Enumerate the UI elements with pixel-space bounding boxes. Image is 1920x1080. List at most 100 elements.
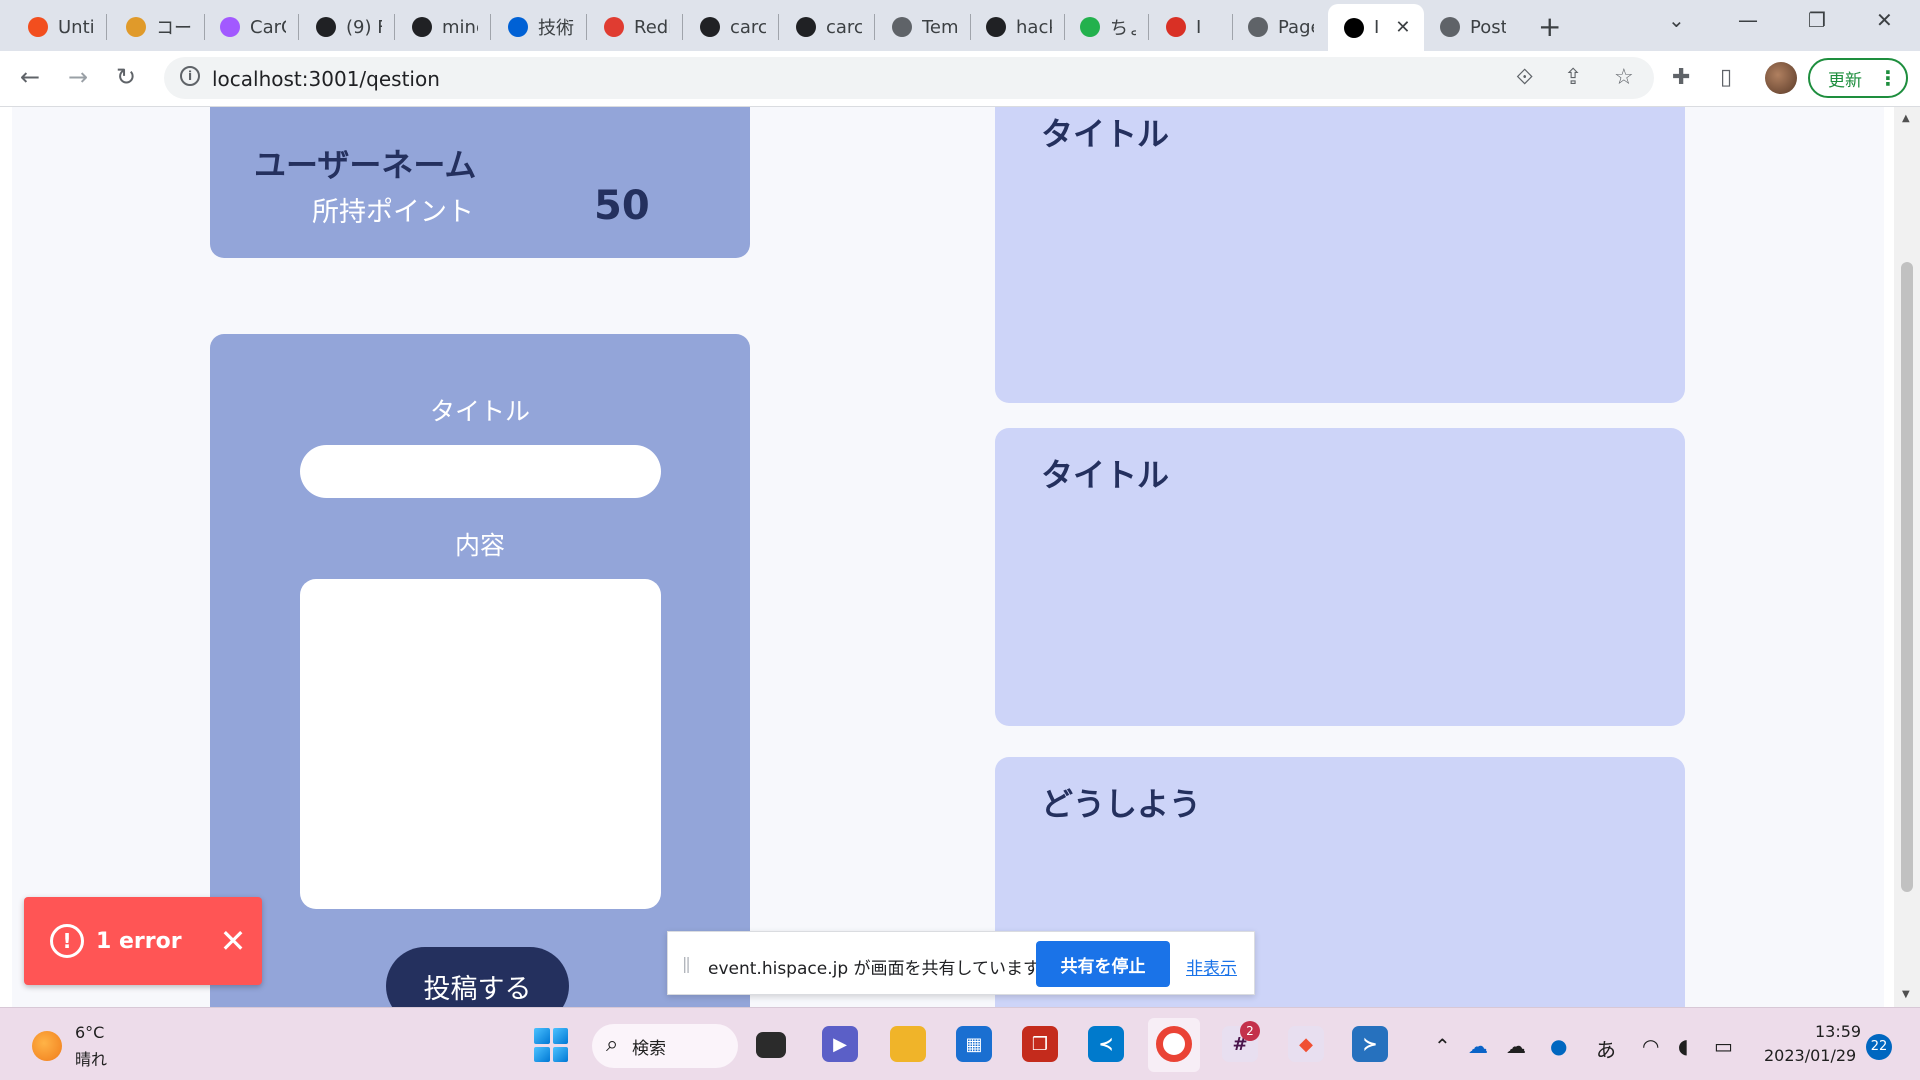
onedrive-icon[interactable]: ☁	[1468, 1034, 1488, 1058]
terminal-icon[interactable]: ≻	[1352, 1026, 1388, 1062]
content-input[interactable]	[300, 579, 661, 909]
post-card[interactable]: タイトル	[995, 107, 1685, 403]
browser-tab[interactable]: ちょっ	[1064, 7, 1146, 47]
browser-tab[interactable]: Page	[1232, 7, 1324, 47]
notification-count-badge[interactable]: 22	[1866, 1034, 1892, 1060]
volume-icon[interactable]: ◖	[1678, 1034, 1689, 1058]
browser-tab[interactable]: Unti	[12, 7, 104, 47]
chrome-icon[interactable]	[1156, 1026, 1192, 1062]
browser-tab[interactable]: (9) F	[300, 7, 392, 47]
content-label: 内容	[454, 531, 505, 560]
task-view-icon[interactable]	[756, 1032, 786, 1058]
submit-button[interactable]: 投稿する	[386, 947, 569, 1007]
username: ユーザーネーム	[254, 146, 477, 184]
share-text: event.hispace.jp が画面を共有しています。	[708, 959, 1056, 979]
vscode-icon[interactable]: ≺	[1088, 1026, 1124, 1062]
vertical-scrollbar[interactable]: ▲ ▼	[1894, 107, 1920, 1007]
globe-icon	[892, 17, 912, 37]
post-title: タイトル	[1041, 456, 1170, 494]
points-value: 50	[594, 183, 650, 229]
browser-tab[interactable]: carci	[684, 7, 776, 47]
scroll-up-arrow-icon[interactable]: ▲	[1902, 113, 1910, 124]
minimize-icon[interactable]: —	[1738, 8, 1758, 32]
reload-icon[interactable]: ↻	[116, 63, 136, 91]
cloud-icon[interactable]: ☁	[1506, 1034, 1526, 1058]
address-bar[interactable]: i localhost:3001/qestion ⟐ ⇪ ☆	[164, 57, 1654, 99]
search-icon: ⌕	[606, 1032, 619, 1057]
browser-tab[interactable]: コーフ	[110, 7, 202, 47]
box-icon	[508, 17, 528, 37]
tray-chevron-up-icon[interactable]: ⌃	[1434, 1034, 1451, 1058]
mentor-icon	[126, 17, 146, 37]
url-text[interactable]: localhost:3001/qestion	[212, 67, 440, 91]
browser-tab[interactable]: I	[1150, 7, 1230, 47]
browser-tab-strip: Unti コーフ CarC (9) F mine 技術 Redi carci carci Tem h…	[0, 0, 1920, 51]
site-info-icon[interactable]: i	[180, 66, 200, 86]
weather-description: 晴れ	[75, 1050, 108, 1069]
tab-separator	[394, 14, 395, 40]
clock-date[interactable]: 2023/01/29	[1764, 1046, 1856, 1065]
file-explorer-icon[interactable]	[890, 1026, 926, 1062]
error-toast[interactable]: ! 1 error ✕	[24, 897, 262, 985]
tab-separator	[682, 14, 683, 40]
scroll-down-arrow-icon[interactable]: ▼	[1902, 989, 1910, 1000]
weather-sun-icon[interactable]	[32, 1031, 62, 1061]
figma-icon	[220, 17, 240, 37]
browser-tab[interactable]: Post	[1424, 7, 1516, 47]
tab-label: (9) F	[346, 16, 382, 38]
extensions-icon[interactable]: ✚	[1672, 65, 1690, 90]
tab-label: Post	[1470, 16, 1506, 38]
update-button[interactable]: 更新 ⋮	[1808, 58, 1908, 98]
restore-icon[interactable]: ❐	[1808, 8, 1826, 32]
profile-avatar[interactable]	[1765, 62, 1797, 94]
browser-tab[interactable]: CarC	[204, 7, 296, 47]
scrollbar-thumb[interactable]	[1901, 262, 1913, 892]
translate-icon[interactable]: ⟐	[1516, 65, 1533, 90]
share-icon[interactable]: ⇪	[1564, 65, 1582, 90]
battery-icon[interactable]: ▭	[1714, 1034, 1733, 1058]
stop-sharing-button[interactable]: 共有を停止	[1036, 941, 1170, 987]
git-app-icon[interactable]: ◆	[1288, 1026, 1324, 1062]
tab-label: I	[1374, 17, 1380, 38]
drag-handle-icon[interactable]: ||	[682, 954, 691, 973]
tab-label: CarC	[250, 16, 286, 38]
clock-time[interactable]: 13:59	[1815, 1022, 1861, 1041]
forward-arrow-icon[interactable]: →	[68, 63, 88, 91]
browser-tab[interactable]: 技術	[492, 7, 584, 47]
record-icon	[1166, 17, 1186, 37]
browser-tab[interactable]: mine	[396, 7, 488, 47]
tab-search-chevron-icon[interactable]: ⌄	[1668, 8, 1685, 32]
microphone-icon[interactable]: ●	[1550, 1034, 1567, 1058]
browser-tab-active[interactable]: I ✕	[1328, 4, 1424, 51]
windows-start-icon[interactable]	[534, 1028, 568, 1062]
close-window-icon[interactable]: ✕	[1876, 8, 1893, 32]
chat-icon	[1080, 17, 1100, 37]
hide-link[interactable]: 非表示	[1186, 954, 1237, 979]
gift-app-icon[interactable]: ❒	[1022, 1026, 1058, 1062]
close-tab-icon[interactable]: ✕	[1395, 17, 1410, 38]
taskbar-search[interactable]: ⌕ 検索	[592, 1024, 738, 1068]
browser-tab[interactable]: hack	[970, 7, 1062, 47]
close-icon[interactable]: ✕	[220, 925, 247, 957]
new-tab-button[interactable]: +	[1538, 10, 1561, 43]
title-input[interactable]	[300, 445, 661, 498]
browser-tab[interactable]: Redi	[588, 7, 680, 47]
ime-indicator[interactable]: あ	[1596, 1034, 1616, 1063]
tab-label: Tem	[922, 16, 958, 38]
github-icon	[700, 17, 720, 37]
github-icon	[412, 17, 432, 37]
back-arrow-icon[interactable]: ←	[20, 63, 40, 91]
side-panel-icon[interactable]: ▯	[1720, 65, 1732, 90]
browser-tab[interactable]: carci	[780, 7, 872, 47]
browser-tab[interactable]: Tem	[876, 7, 968, 47]
page-content: ユーザーネーム 所持ポイント 50 タイトル 内容 投稿する タイトル タイトル…	[12, 107, 1884, 1007]
post-card[interactable]: タイトル	[995, 428, 1685, 726]
tab-label: I	[1196, 16, 1202, 38]
bookmark-star-icon[interactable]: ☆	[1614, 65, 1634, 90]
page-viewport: ユーザーネーム 所持ポイント 50 タイトル 内容 投稿する タイトル タイトル…	[0, 107, 1920, 1007]
tab-label: 技術	[538, 18, 574, 39]
tab-separator	[1148, 14, 1149, 40]
wifi-icon[interactable]: ◠	[1642, 1034, 1659, 1058]
microsoft-store-icon[interactable]: ▦	[956, 1026, 992, 1062]
teams-chat-icon[interactable]: ▶	[822, 1026, 858, 1062]
